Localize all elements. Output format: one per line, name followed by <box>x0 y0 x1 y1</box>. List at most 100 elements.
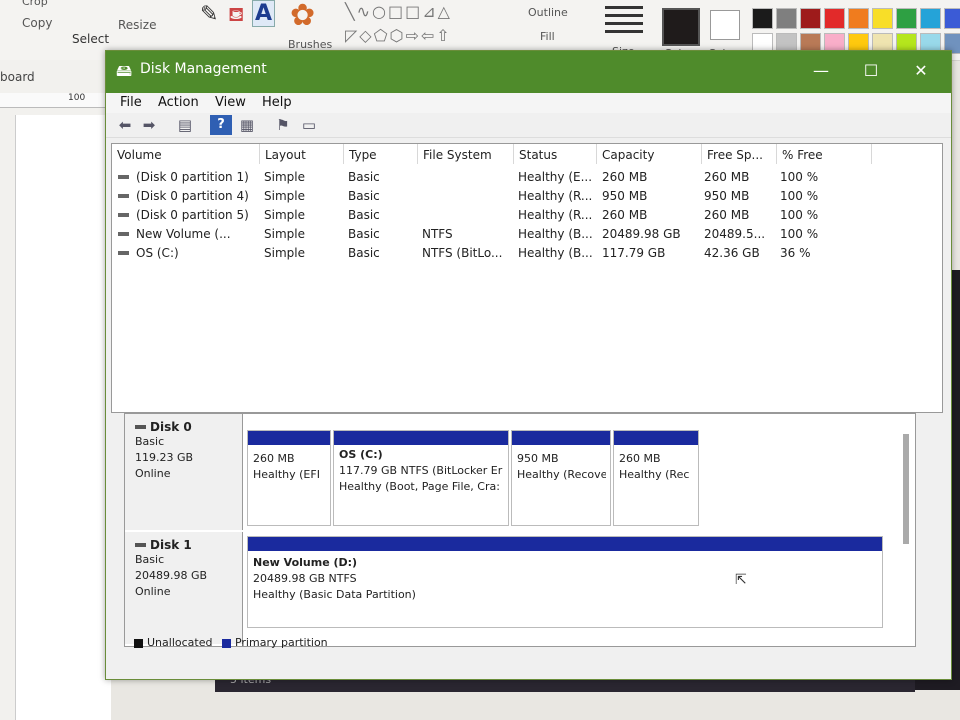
text-tool-icon[interactable]: A <box>252 0 276 27</box>
outline-button[interactable]: Outline <box>528 6 568 19</box>
maximize-button[interactable]: ☐ <box>851 58 891 84</box>
column-header[interactable]: Type <box>344 144 418 164</box>
minimize-button[interactable]: — <box>801 58 841 84</box>
partition-status: Healthy (Basic Data Partition) <box>253 588 416 601</box>
column-header[interactable]: Free Sp... <box>702 144 777 164</box>
column-header[interactable]: % Free <box>777 144 872 164</box>
disk0-type: Basic <box>135 435 165 448</box>
table-cell: 260 MB <box>704 208 750 222</box>
column-header[interactable]: Layout <box>260 144 344 164</box>
table-cell: Healthy (R... <box>518 208 593 222</box>
palette-swatch[interactable] <box>752 8 773 29</box>
back-arrow-icon[interactable]: ⬅ <box>114 115 136 135</box>
help-icon[interactable]: ? <box>210 115 232 135</box>
partition-status: Healthy (Recove <box>517 468 606 481</box>
disk0-info[interactable]: Disk 0 Basic 119.23 GB Online <box>125 414 243 530</box>
table-cell: Simple <box>264 246 305 260</box>
disk0-partition-os[interactable]: OS (C:) 117.79 GB NTFS (BitLocker Er Healt… <box>333 430 509 526</box>
forward-arrow-icon[interactable]: ➡ <box>138 115 160 135</box>
palette-swatch[interactable] <box>848 8 869 29</box>
table-cell: 100 % <box>780 208 819 222</box>
clipboard-group-label: board <box>0 70 35 84</box>
partition-bar <box>334 431 508 445</box>
close-button[interactable]: ✕ <box>901 58 941 84</box>
disk-list-icon[interactable]: ▤ <box>174 115 196 135</box>
color1-swatch[interactable] <box>662 8 700 46</box>
menu-view[interactable]: View <box>215 93 246 113</box>
settings-icon[interactable]: ▭ <box>298 115 320 135</box>
fill-bucket-icon[interactable]: ⛾ <box>228 2 244 29</box>
table-row[interactable]: (Disk 0 partition 4) Simple Basic Healthy (… <box>112 187 942 205</box>
disk1-type: Basic <box>135 553 165 566</box>
table-cell: 260 MB <box>704 170 750 184</box>
disk0-size: 119.23 GB <box>135 451 194 464</box>
disk0-partition-recovery[interactable]: 950 MB Healthy (Recove <box>511 430 611 526</box>
table-cell: Basic <box>348 208 380 222</box>
palette-swatch[interactable] <box>920 8 941 29</box>
primary-swatch <box>221 638 231 648</box>
disk0-partition-efi[interactable]: 260 MB Healthy (EFI <box>247 430 331 526</box>
shapes-gallery-row2[interactable]: ◸◇⬠⬡⇨⇦⇧ <box>345 26 452 45</box>
disk-icon <box>135 425 146 429</box>
partition-bar <box>614 431 698 445</box>
table-cell: Healthy (B... <box>518 246 593 260</box>
color2-swatch[interactable] <box>710 10 740 40</box>
table-cell: Simple <box>264 189 305 203</box>
palette-swatch[interactable] <box>872 8 893 29</box>
table-cell: 36 % <box>780 246 811 260</box>
pencil-icon[interactable]: ✎ <box>200 2 218 27</box>
palette-swatch[interactable] <box>776 8 797 29</box>
palette-swatch[interactable] <box>944 8 960 29</box>
table-cell: 950 MB <box>602 189 648 203</box>
table-cell: (Disk 0 partition 1) <box>136 170 249 184</box>
disk1-partition-new-volume[interactable]: New Volume (D:) 20489.98 GB NTFS Healthy (… <box>247 536 883 628</box>
select-button[interactable]: Select <box>72 32 109 46</box>
crop-button[interactable]: Crop <box>22 0 48 8</box>
resize-button[interactable]: Resize <box>118 18 156 32</box>
disk0-state: Online <box>135 467 171 480</box>
shapes-gallery[interactable]: ╲∿○□□⊿△ <box>345 2 452 21</box>
table-cell: 260 MB <box>602 208 648 222</box>
disk1-name: Disk 1 <box>150 538 192 552</box>
table-cell: New Volume (... <box>136 227 231 241</box>
palette-swatch[interactable] <box>824 8 845 29</box>
vertical-scrollbar[interactable] <box>903 434 909 544</box>
table-cell: Basic <box>348 246 380 260</box>
properties-icon[interactable]: ▦ <box>236 115 258 135</box>
volume-list[interactable]: Volume Layout Type File System Status Capacit… <box>111 143 943 413</box>
column-header[interactable]: Capacity <box>597 144 702 164</box>
paint-canvas[interactable] <box>15 115 111 720</box>
table-cell: Healthy (R... <box>518 189 593 203</box>
palette-swatch[interactable] <box>800 8 821 29</box>
line-size-icon[interactable] <box>605 6 643 36</box>
partition-size: 117.79 GB NTFS (BitLocker Er <box>339 464 503 477</box>
column-header[interactable]: Volume <box>112 144 260 164</box>
menu-action[interactable]: Action <box>158 93 199 113</box>
menu-file[interactable]: File <box>120 93 142 113</box>
menu-help[interactable]: Help <box>262 93 292 113</box>
column-header[interactable]: File System <box>418 144 514 164</box>
partition-bar <box>248 431 330 445</box>
legend-unallocated: Unallocated <box>147 636 213 649</box>
disk0-partition-recovery2[interactable]: 260 MB Healthy (Rec <box>613 430 699 526</box>
disk-management-window: 🖴 Disk Management — ☐ ✕ File Action View… <box>105 50 952 680</box>
connect-icon[interactable]: ⚑ <box>272 115 294 135</box>
title-bar[interactable]: 🖴 Disk Management — ☐ ✕ <box>106 51 951 93</box>
table-cell: 117.79 GB <box>602 246 666 260</box>
partition-size: 950 MB <box>517 452 559 465</box>
disk1-size: 20489.98 GB <box>135 569 208 582</box>
fill-button[interactable]: Fill <box>540 30 555 43</box>
copy-button[interactable]: Copy <box>22 16 52 30</box>
ruler: 100 <box>0 93 110 108</box>
table-cell: 950 MB <box>704 189 750 203</box>
palette-swatch[interactable] <box>896 8 917 29</box>
brush-icon[interactable]: ✿ <box>290 0 315 33</box>
table-row[interactable]: New Volume (... Simple Basic NTFS Healthy (B… <box>112 225 942 243</box>
disk-management-icon: 🖴 <box>116 61 133 80</box>
column-header[interactable]: Status <box>514 144 597 164</box>
table-row[interactable]: OS (C:) Simple Basic NTFS (BitLo... Healthy … <box>112 244 942 262</box>
table-row[interactable]: (Disk 0 partition 1) Simple Basic Healthy (… <box>112 168 942 186</box>
table-row[interactable]: (Disk 0 partition 5) Simple Basic Healthy (… <box>112 206 942 224</box>
volume-icon <box>118 251 129 255</box>
disk1-info[interactable]: Disk 1 Basic 20489.98 GB Online <box>125 532 243 644</box>
